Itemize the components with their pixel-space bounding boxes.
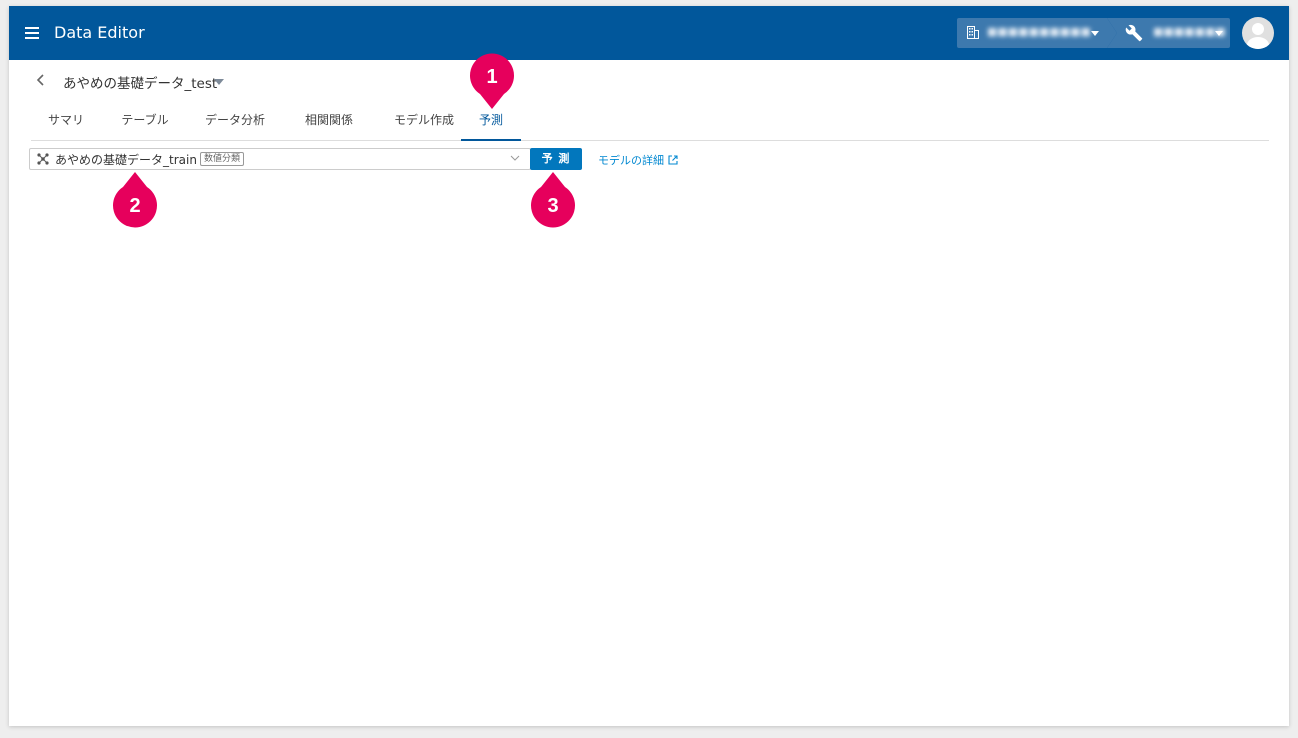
model-type-badge: 数値分類 bbox=[200, 152, 245, 166]
model-select[interactable]: あやめの基礎データ_train 数値分類 bbox=[29, 148, 531, 170]
tab-bar: サマリ テーブル データ分析 相関関係 モデル作成 予測 bbox=[31, 106, 1269, 141]
tab-table[interactable]: テーブル bbox=[109, 106, 181, 140]
callout-number: 1 bbox=[486, 66, 498, 88]
wrench-icon bbox=[1125, 24, 1143, 42]
callout-marker-2: 2 bbox=[111, 172, 159, 228]
callout-marker-3: 3 bbox=[529, 172, 577, 228]
caret-down-icon bbox=[1215, 31, 1223, 36]
app-bar: Data Editor ■■■■■■■■■■ ■■■■■■■ bbox=[9, 6, 1289, 60]
app-title: Data Editor bbox=[54, 23, 145, 42]
tab-model-creation[interactable]: モデル作成 bbox=[377, 106, 471, 140]
callout-number: 2 bbox=[129, 195, 141, 217]
caret-down-icon bbox=[1091, 31, 1099, 36]
predict-button[interactable]: 予 測 bbox=[530, 148, 582, 170]
tab-data-analysis[interactable]: データ分析 bbox=[191, 106, 279, 140]
chevron-down-icon bbox=[510, 155, 520, 161]
model-icon bbox=[37, 153, 49, 165]
tab-correlation[interactable]: 相関関係 bbox=[289, 106, 369, 140]
building-icon bbox=[967, 26, 979, 39]
model-detail-link[interactable]: モデルの詳細 bbox=[598, 152, 678, 168]
back-chevron-icon[interactable] bbox=[33, 72, 49, 88]
project-selector[interactable]: ■■■■■■■ bbox=[1107, 18, 1230, 48]
external-link-icon bbox=[668, 155, 678, 165]
dataset-title: あやめの基礎データ_test bbox=[63, 76, 218, 92]
menu-icon[interactable] bbox=[25, 27, 39, 39]
organization-name: ■■■■■■■■■■ bbox=[987, 25, 1091, 38]
tab-prediction[interactable]: 予測 bbox=[461, 106, 521, 141]
model-name: あやめの基礎データ_train bbox=[55, 153, 197, 167]
user-avatar-icon[interactable] bbox=[1242, 17, 1274, 49]
callout-marker-1: 1 bbox=[468, 53, 516, 109]
dataset-dropdown-caret-icon[interactable] bbox=[214, 79, 224, 85]
app-window: Data Editor ■■■■■■■■■■ ■■■■■■■ あやめの基礎データ… bbox=[9, 6, 1289, 726]
model-detail-label: モデルの詳細 bbox=[598, 154, 664, 167]
tab-summary[interactable]: サマリ bbox=[31, 106, 101, 140]
callout-number: 3 bbox=[547, 195, 559, 217]
organization-selector[interactable]: ■■■■■■■■■■ bbox=[957, 18, 1117, 48]
